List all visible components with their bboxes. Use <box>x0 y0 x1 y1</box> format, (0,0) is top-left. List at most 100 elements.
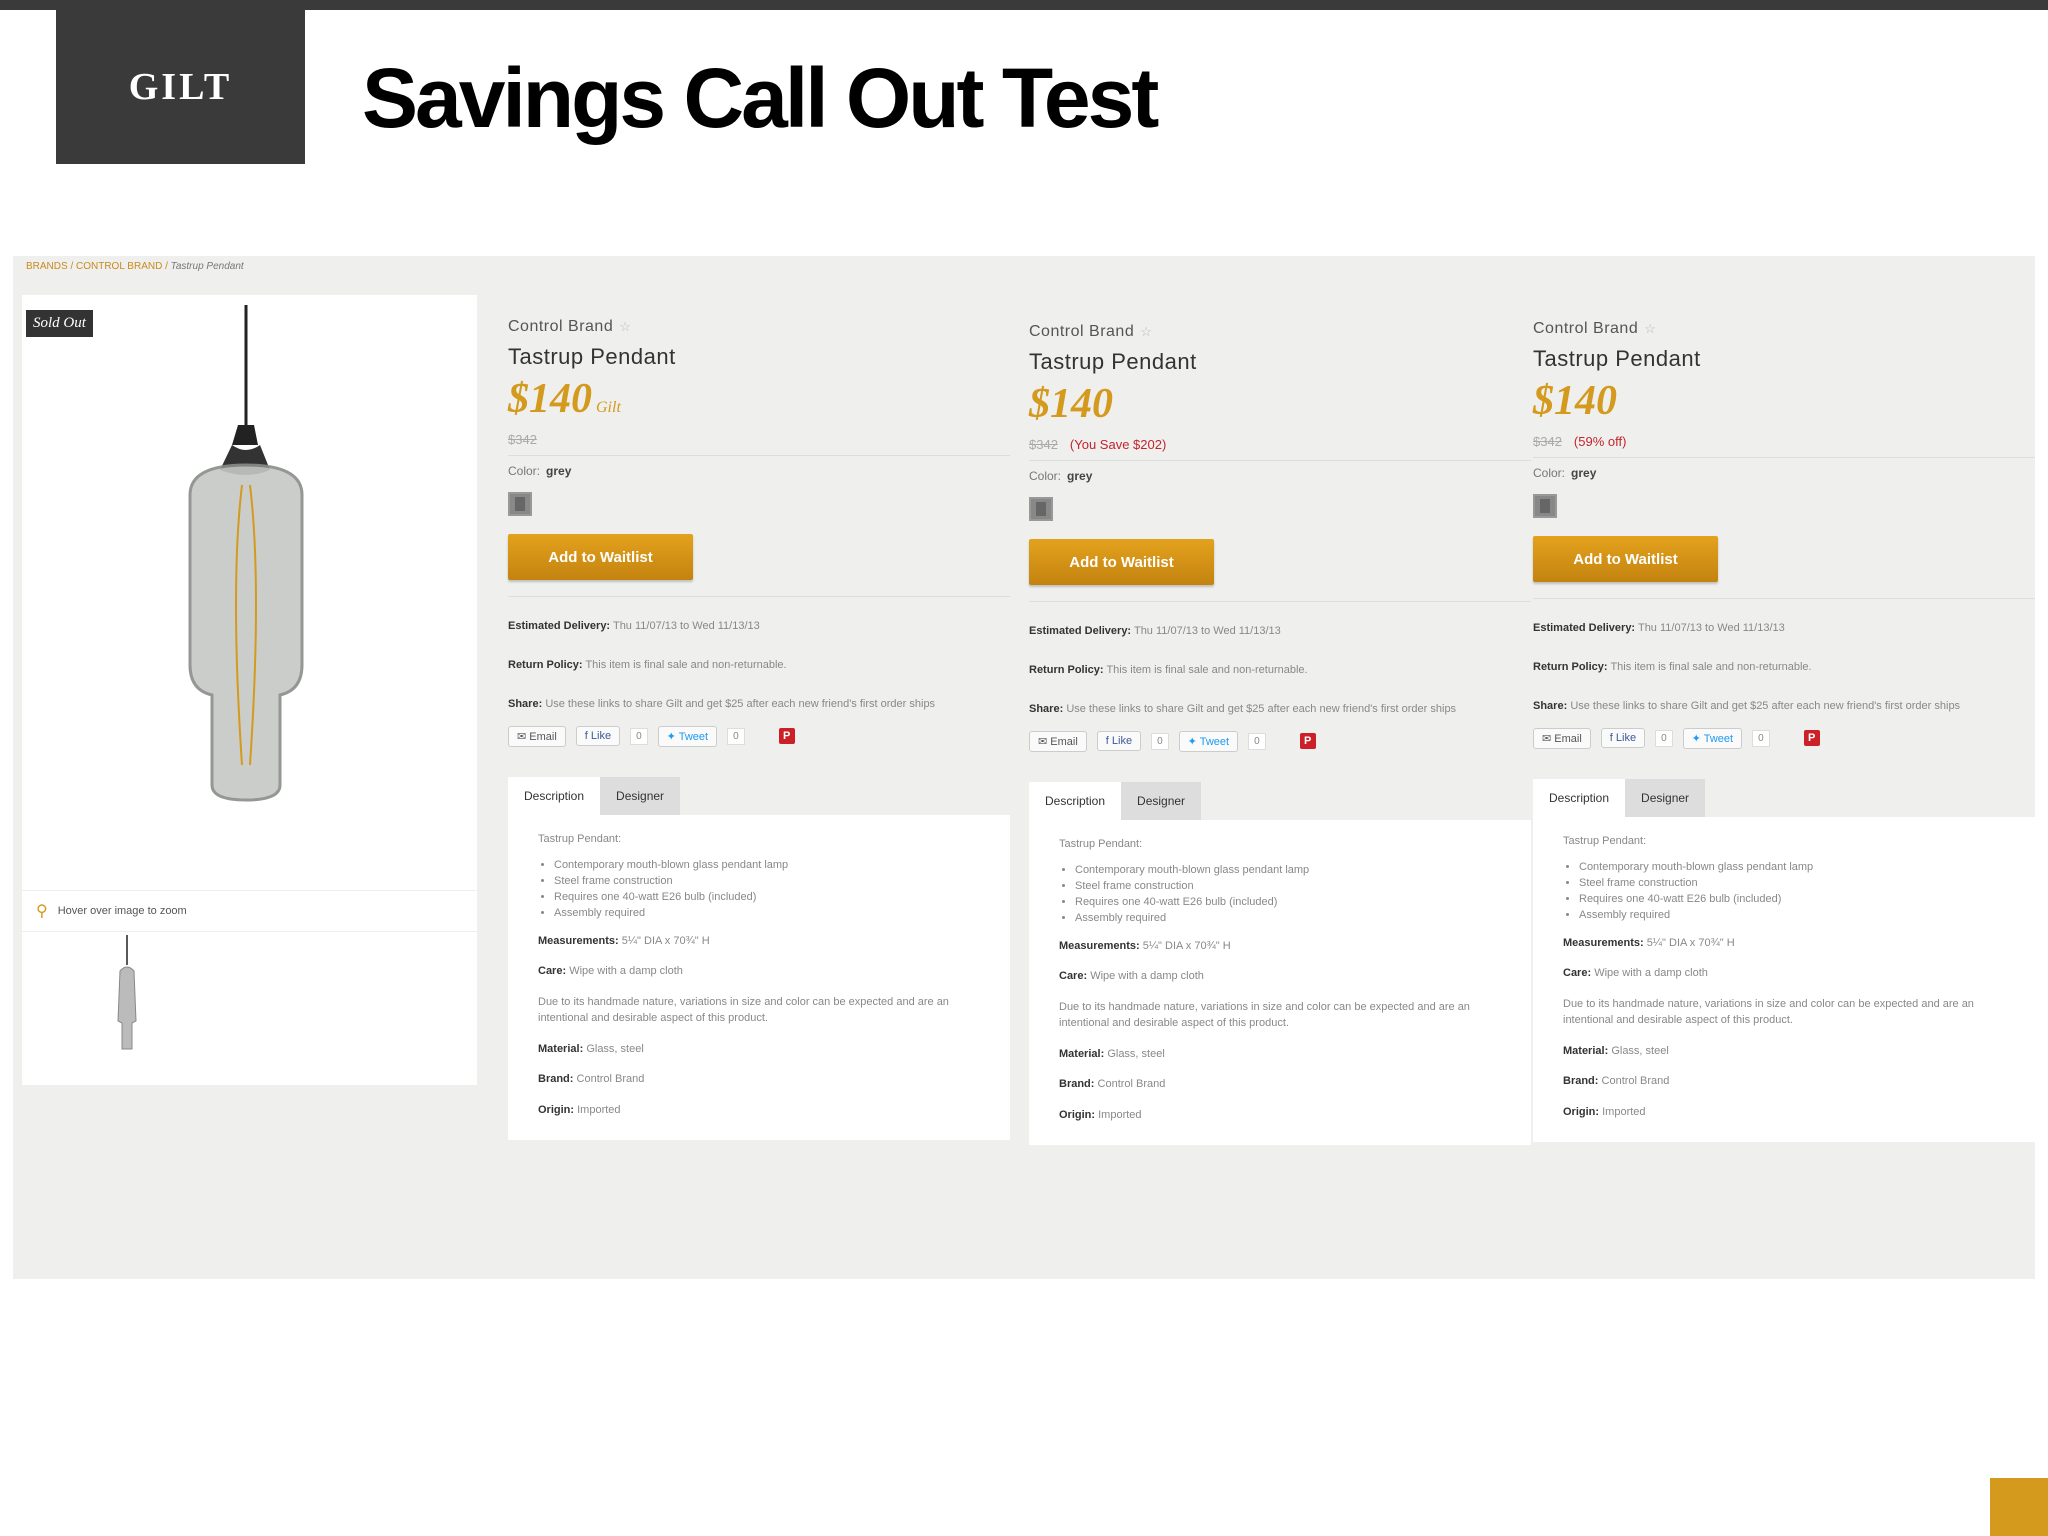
pinterest-icon[interactable]: P <box>1299 733 1316 750</box>
description-panel: Tastrup Pendant: Contemporary mouth-blow… <box>508 814 1010 1141</box>
pinterest-icon[interactable]: P <box>778 728 795 745</box>
feature-list: Contemporary mouth-blown glass pendant l… <box>1563 861 2005 921</box>
product-name: Tastrup Pendant <box>1533 346 1701 371</box>
star-icon[interactable]: ☆ <box>1140 324 1152 339</box>
email-share-button[interactable]: ✉ Email <box>508 725 566 747</box>
share-info: Share: Use these links to share Gilt and… <box>1029 702 1457 715</box>
divider <box>1533 457 2035 458</box>
savings-callout: (You Save $202) <box>1069 437 1167 452</box>
variant-a: Control Brand ☆ Tastrup Pendant $140 Gilt … <box>508 318 1010 1141</box>
material: Material: Glass, steel <box>1059 1047 1165 1060</box>
brand-name[interactable]: Control Brand ☆ <box>1029 323 1531 341</box>
price: $140 <box>1029 381 1113 427</box>
breadcrumb-current: Tastrup Pendant <box>170 261 244 272</box>
color-label: Color: grey <box>1029 469 1093 483</box>
email-share-button[interactable]: ✉ Email <box>1533 727 1591 749</box>
list-item: Contemporary mouth-blown glass pendant l… <box>1075 864 1501 876</box>
breadcrumb-path[interactable]: BRANDS / CONTROL BRAND / <box>26 261 171 272</box>
brand-detail: Brand: Control Brand <box>1563 1075 1670 1088</box>
brand-detail: Brand: Control Brand <box>1059 1078 1166 1091</box>
logo-text: GILT <box>128 66 233 108</box>
color-swatch[interactable] <box>1533 494 1557 518</box>
list-item: Steel frame construction <box>1579 877 2005 889</box>
share-buttons: ✉ Email f Like 0 ✦ Tweet 0 P <box>1533 727 2035 749</box>
color-value: grey <box>546 464 572 478</box>
divider <box>508 455 1010 456</box>
return-policy: Return Policy: This item is final sale a… <box>1533 660 1812 673</box>
like-count: 0 <box>1151 732 1169 750</box>
facebook-like-button[interactable]: f Like <box>575 726 621 747</box>
magnifier-icon: ⚲ <box>36 903 48 920</box>
color-swatch[interactable] <box>1029 497 1053 521</box>
handmade-note: Due to its handmade nature, variations i… <box>1059 1000 1470 1030</box>
thumbnail-lamp[interactable] <box>102 935 152 1055</box>
list-item: Steel frame construction <box>1075 880 1501 892</box>
share-buttons: ✉ Email f Like 0 ✦ Tweet 0 P <box>1029 730 1531 752</box>
color-label: Color: grey <box>1533 466 1597 480</box>
old-price: $342 <box>508 432 537 447</box>
share-info: Share: Use these links to share Gilt and… <box>1533 699 1961 712</box>
origin: Origin: Imported <box>538 1103 621 1116</box>
add-to-waitlist-button[interactable]: Add to Waitlist <box>1029 539 1214 585</box>
color-swatch[interactable] <box>508 492 532 516</box>
delivery-info: Estimated Delivery: Thu 11/07/13 to Wed … <box>1029 625 1281 637</box>
tab-designer[interactable]: Designer <box>600 776 681 815</box>
tab-description[interactable]: Description <box>508 776 601 815</box>
measurements: Measurements: 5¼" DIA x 70¾" H <box>538 934 710 947</box>
zoom-hint-row: ⚲ Hover over image to zoom <box>22 890 477 932</box>
list-item: Assembly required <box>1075 912 1501 924</box>
care: Care: Wipe with a damp cloth <box>1059 970 1204 983</box>
price-suffix: Gilt <box>596 399 621 416</box>
slide-title: Savings Call Out Test <box>362 51 1159 145</box>
brand-name[interactable]: Control Brand ☆ <box>508 318 1010 336</box>
facebook-like-button[interactable]: f Like <box>1600 728 1646 749</box>
zoom-hint: Hover over image to zoom <box>57 905 187 917</box>
care: Care: Wipe with a damp cloth <box>538 965 683 978</box>
breadcrumb: BRANDS / CONTROL BRAND / Tastrup Pendant <box>26 261 244 272</box>
tweet-button[interactable]: ✦ Tweet <box>657 725 718 747</box>
old-price: $342 <box>1029 437 1058 452</box>
product-name: Tastrup Pendant <box>508 344 676 369</box>
star-icon[interactable]: ☆ <box>619 319 631 334</box>
savings-callout: (59% off) <box>1573 434 1627 449</box>
tab-designer[interactable]: Designer <box>1625 778 1706 817</box>
share-buttons: ✉ Email f Like 0 ✦ Tweet 0 P <box>508 725 1010 747</box>
delivery-info: Estimated Delivery: Thu 11/07/13 to Wed … <box>1533 622 1785 634</box>
color-value: grey <box>1571 466 1597 480</box>
measurements: Measurements: 5¼" DIA x 70¾" H <box>1563 936 1735 949</box>
star-icon[interactable]: ☆ <box>1644 321 1656 336</box>
tab-bar: Description Designer <box>1533 778 2035 817</box>
add-to-waitlist-button[interactable]: Add to Waitlist <box>1533 536 1718 582</box>
handmade-note: Due to its handmade nature, variations i… <box>1563 997 1974 1027</box>
share-info: Share: Use these links to share Gilt and… <box>508 697 936 710</box>
facebook-like-button[interactable]: f Like <box>1096 731 1142 752</box>
color-value: grey <box>1067 469 1093 483</box>
material: Material: Glass, steel <box>538 1042 644 1055</box>
tab-description[interactable]: Description <box>1029 781 1122 820</box>
tab-bar: Description Designer <box>508 776 1010 815</box>
variant-b: Control Brand ☆ Tastrup Pendant $140 $342… <box>1029 323 1531 1146</box>
list-item: Requires one 40-watt E26 bulb (included) <box>554 891 980 903</box>
tweet-button[interactable]: ✦ Tweet <box>1682 727 1743 749</box>
tweet-button[interactable]: ✦ Tweet <box>1178 730 1239 752</box>
add-to-waitlist-button[interactable]: Add to Waitlist <box>508 534 693 580</box>
tab-description[interactable]: Description <box>1533 778 1626 817</box>
list-item: Contemporary mouth-blown glass pendant l… <box>554 859 980 871</box>
description-title: Tastrup Pendant: <box>1563 834 1647 847</box>
tab-designer[interactable]: Designer <box>1121 781 1202 820</box>
brand-detail: Brand: Control Brand <box>538 1073 645 1086</box>
measurements: Measurements: 5¼" DIA x 70¾" H <box>1059 939 1231 952</box>
pinterest-icon[interactable]: P <box>1803 730 1820 747</box>
tweet-count: 0 <box>1248 732 1266 750</box>
brand-name[interactable]: Control Brand ☆ <box>1533 320 2035 338</box>
slide-corner-accent <box>1990 1478 2048 1536</box>
pendant-lamp-image[interactable] <box>150 305 320 805</box>
description-panel: Tastrup Pendant: Contemporary mouth-blow… <box>1533 816 2035 1143</box>
list-item: Assembly required <box>554 907 980 919</box>
tweet-count: 0 <box>1752 729 1770 747</box>
product-name: Tastrup Pendant <box>1029 349 1197 374</box>
material: Material: Glass, steel <box>1563 1044 1669 1057</box>
price: $140 <box>1533 378 1617 424</box>
email-share-button[interactable]: ✉ Email <box>1029 730 1087 752</box>
list-item: Contemporary mouth-blown glass pendant l… <box>1579 861 2005 873</box>
